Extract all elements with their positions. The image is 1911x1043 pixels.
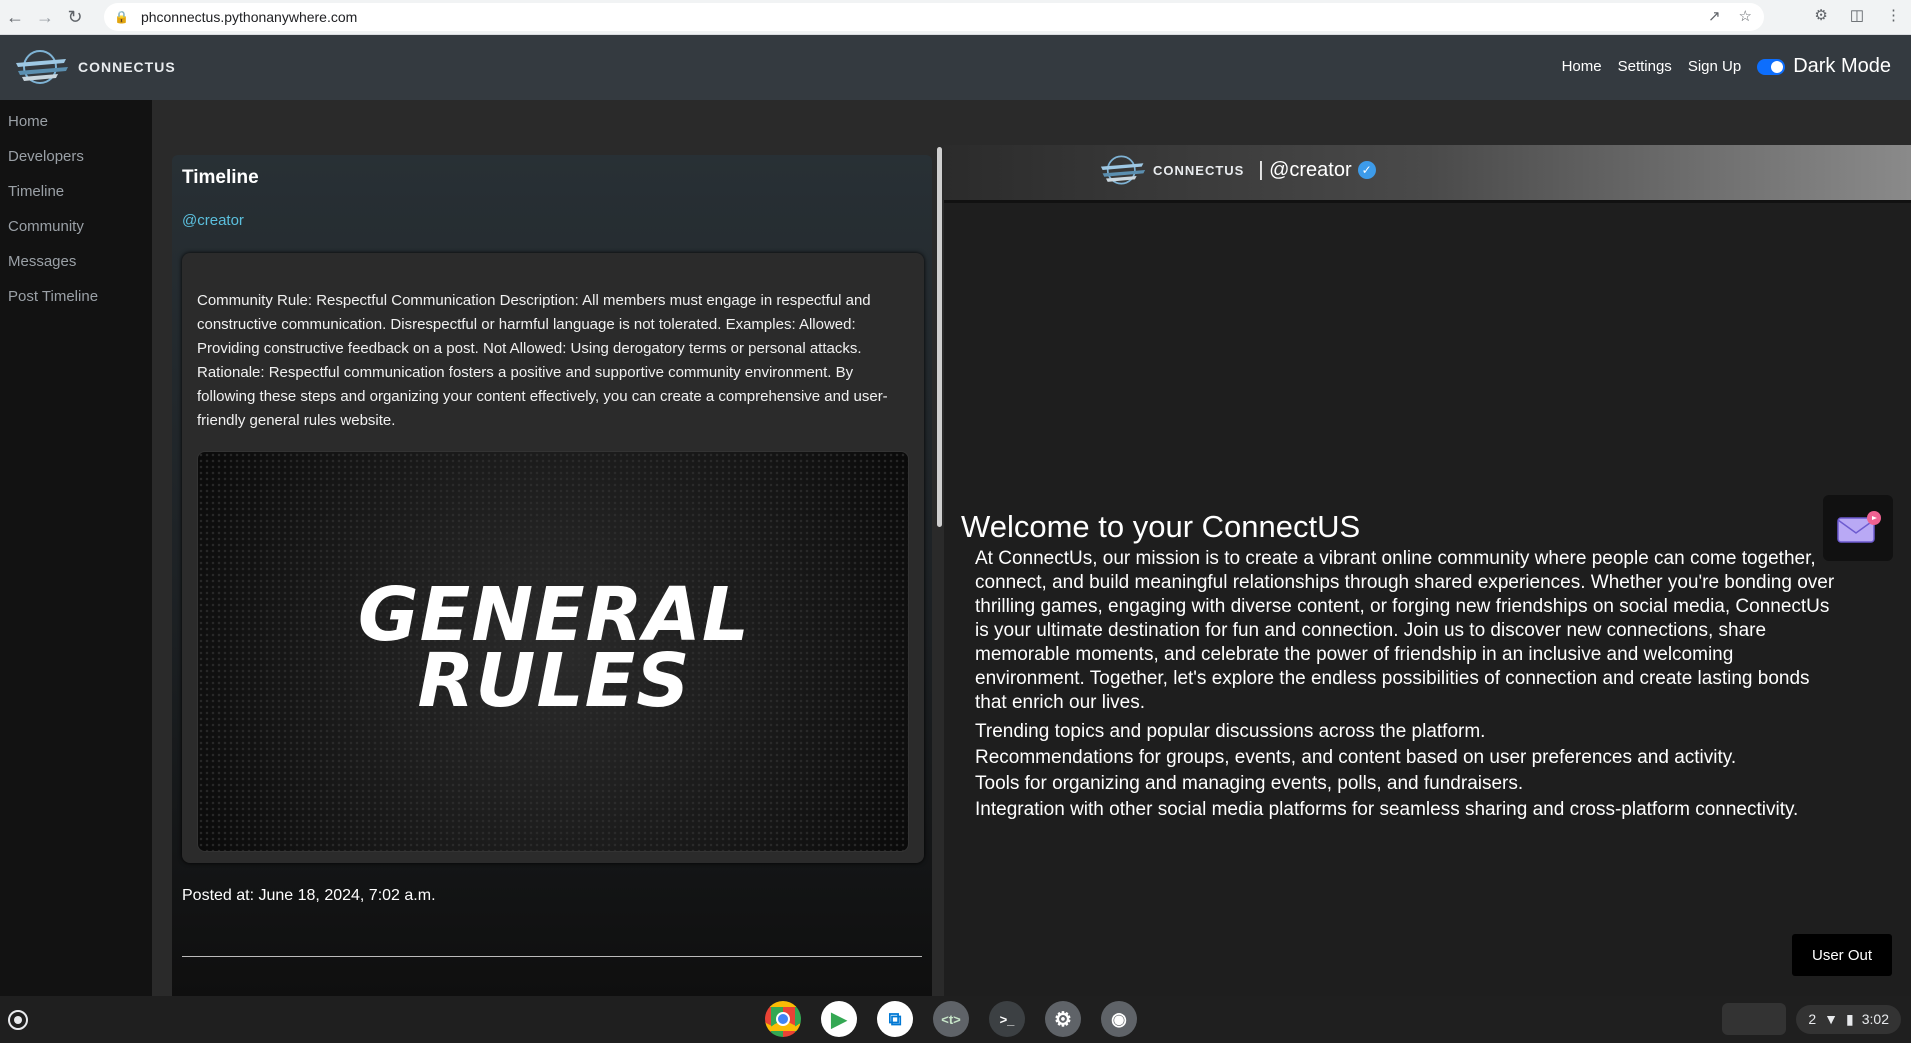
welcome-section: Welcome to your ConnectUS At ConnectUs, … <box>944 203 1911 996</box>
logo-text: CONNECTUS <box>78 59 176 75</box>
sidebar: Home Developers Timeline Community Messa… <box>0 100 152 996</box>
os-taskbar: ▶ ⧉ <t> >_ ⚙ ◉ 2 ▼ ▮ 3:02 <box>0 996 1911 1043</box>
sidebar-item-community[interactable]: Community <box>0 217 152 252</box>
sidebar-item-timeline[interactable]: Timeline <box>0 182 152 217</box>
share-icon[interactable]: ↗ <box>1708 7 1721 25</box>
sidebar-item-home[interactable]: Home <box>0 112 152 147</box>
browser-toolbar: ← → ↻ 🔒 phconnectus.pythonanywhere.com ↗… <box>0 0 1911 35</box>
banner-logo-text: CONNECTUS <box>1153 162 1245 178</box>
app-root: ← → ↻ 🔒 phconnectus.pythonanywhere.com ↗… <box>0 0 1911 1043</box>
feature-item: Tools for organizing and managing events… <box>975 773 1524 794</box>
timeline-title: Timeline <box>182 167 259 188</box>
sidepanel-icon[interactable]: ◫ <box>1850 6 1864 24</box>
vscode-icon[interactable]: ⧉ <box>877 1001 913 1037</box>
feature-item: Integration with other social media plat… <box>975 799 1799 820</box>
sidebar-item-post-timeline[interactable]: Post Timeline <box>0 287 152 322</box>
post-card: Community Rule: Respectful Communication… <box>182 253 924 863</box>
post-author-link[interactable]: @creator <box>182 212 244 229</box>
header-nav: Home Settings Sign Up Dark Mode <box>1562 55 1891 78</box>
text-editor-icon[interactable]: <t> <box>933 1001 969 1037</box>
menu-icon[interactable]: ⋮ <box>1886 6 1901 24</box>
globe-logo-icon <box>1100 155 1146 185</box>
profile-banner: CONNECTUS | @creator ✓ <box>944 145 1911 203</box>
welcome-paragraph: At ConnectUs, our mission is to create a… <box>975 548 1835 713</box>
penguin-icon[interactable]: ◉ <box>1101 1001 1137 1037</box>
post-body: Community Rule: Respectful Communication… <box>197 292 888 429</box>
profile-handle: | @creator <box>1258 158 1352 181</box>
post-timestamp: Posted at: June 18, 2024, 7:02 a.m. <box>182 887 436 904</box>
site-header: CONNECTUS Home Settings Sign Up Dark Mod… <box>0 35 1911 100</box>
address-bar[interactable]: 🔒 phconnectus.pythonanywhere.com ↗ ☆ <box>104 3 1764 31</box>
holding-space-thumbnail[interactable] <box>1722 1003 1787 1035</box>
system-tray[interactable]: 2 ▼ ▮ 3:02 <box>1722 1003 1901 1035</box>
connectus-logo[interactable]: CONNECTUS <box>14 47 176 87</box>
image-title-line2: RULES <box>417 638 691 724</box>
play-store-icon[interactable]: ▶ <box>821 1001 857 1037</box>
feature-item: Recommendations for groups, events, and … <box>975 747 1737 768</box>
post-divider <box>182 956 922 957</box>
globe-logo-icon <box>16 50 68 84</box>
timeline-panel[interactable]: Timeline @creator Community Rule: Respec… <box>172 155 932 996</box>
launcher-icon[interactable] <box>8 1010 28 1030</box>
terminal-icon[interactable]: >_ <box>989 1001 1025 1037</box>
main-content: Timeline @creator Community Rule: Respec… <box>152 100 1911 996</box>
clock: 3:02 <box>1861 1011 1889 1027</box>
profile-banner-inner: CONNECTUS | @creator ✓ <box>1099 153 1376 187</box>
notification-count: 2 <box>1808 1011 1817 1027</box>
user-out-button[interactable]: User Out <box>1792 934 1892 976</box>
sidebar-item-developers[interactable]: Developers <box>0 147 152 182</box>
forward-icon[interactable]: → <box>30 2 60 32</box>
battery-icon: ▮ <box>1846 1010 1854 1027</box>
app-shelf: ▶ ⧉ <t> >_ ⚙ ◉ <box>765 1001 1137 1037</box>
nav-settings-link[interactable]: Settings <box>1618 58 1672 75</box>
sidebar-item-messages[interactable]: Messages <box>0 252 152 287</box>
settings-icon[interactable]: ⚙ <box>1045 1001 1081 1037</box>
post-image[interactable]: GENERAL RULES <box>197 451 909 852</box>
url-text: phconnectus.pythonanywhere.com <box>140 9 358 25</box>
welcome-title: Welcome to your ConnectUS <box>961 509 1361 544</box>
nav-signup-link[interactable]: Sign Up <box>1688 58 1741 75</box>
reload-icon[interactable]: ↻ <box>60 2 90 32</box>
lock-icon: 🔒 <box>114 10 129 24</box>
star-icon[interactable]: ☆ <box>1739 7 1752 25</box>
extensions-icon[interactable]: ⚙ <box>1814 6 1827 24</box>
wifi-icon: ▼ <box>1824 1011 1839 1027</box>
verified-badge-icon: ✓ <box>1357 161 1376 179</box>
nav-home-link[interactable]: Home <box>1562 58 1602 75</box>
timeline-scrollbar[interactable] <box>937 147 942 527</box>
feature-item: Trending topics and popular discussions … <box>975 721 1486 742</box>
status-area[interactable]: 2 ▼ ▮ 3:02 <box>1796 1004 1901 1034</box>
back-icon[interactable]: ← <box>0 2 30 32</box>
chrome-icon[interactable] <box>765 1001 801 1037</box>
dark-mode-label: Dark Mode <box>1793 55 1891 77</box>
messages-float-button[interactable] <box>1823 495 1893 561</box>
dark-mode-toggle[interactable] <box>1757 58 1786 75</box>
image-title: GENERAL RULES <box>198 578 908 724</box>
mail-icon <box>1837 511 1881 543</box>
